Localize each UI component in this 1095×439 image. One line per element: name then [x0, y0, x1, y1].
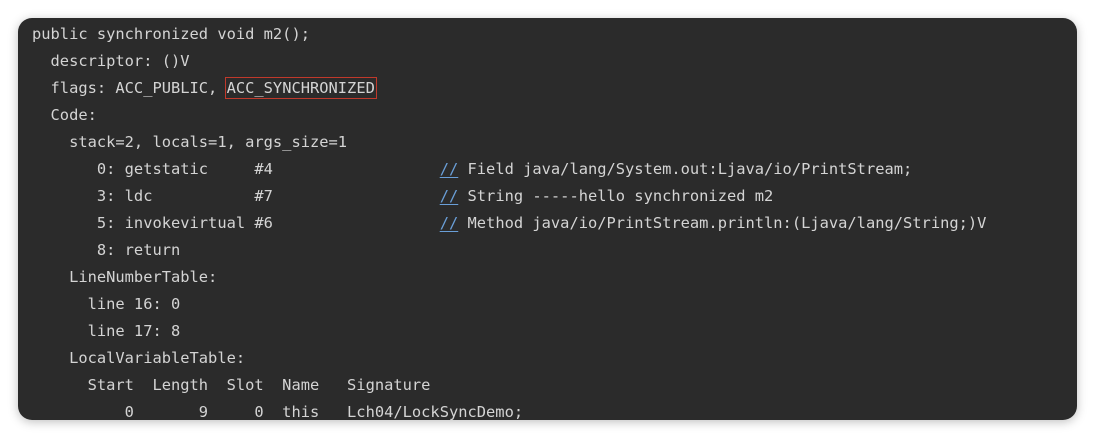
flags-line: flags: ACC_PUBLIC, ACC_SYNCHRONIZED [32, 75, 986, 102]
instruction-text: 3: ldc #7 [32, 187, 440, 205]
comment-marker: // [439, 214, 459, 232]
comment-marker: // [439, 160, 459, 178]
line-number-table-header: LineNumberTable: [32, 268, 218, 286]
instruction-text: 0: getstatic #4 [32, 160, 440, 178]
method-signature: public synchronized void m2(); [32, 25, 310, 43]
local-variable-table-header: LocalVariableTable: [32, 349, 246, 367]
flags-prefix: flags: ACC_PUBLIC, [32, 79, 227, 97]
acc-synchronized-flag: ACC_SYNCHRONIZED [224, 77, 377, 99]
line-number-entry: line 16: 0 [32, 295, 181, 313]
descriptor-line: descriptor: ()V [32, 52, 190, 70]
code-header: Code: [32, 106, 97, 124]
local-variable-columns: Start Length Slot Name Signature [32, 376, 431, 394]
comment-marker: // [439, 187, 459, 205]
instruction-getstatic: 0: getstatic #4 // Field java/lang/Syste… [32, 156, 986, 183]
instruction-text: 5: invokevirtual #6 [32, 214, 440, 232]
instruction-comment: Field java/lang/System.out:Ljava/io/Prin… [458, 160, 913, 178]
instruction-invokevirtual: 5: invokevirtual #6 // Method java/io/Pr… [32, 210, 987, 237]
local-variable-row: 0 9 0 this Lch04/LockSyncDemo; [32, 403, 524, 420]
instruction-comment: String -----hello synchronized m2 [458, 187, 774, 205]
instruction-comment: Method java/io/PrintStream.println:(Ljav… [458, 214, 987, 232]
bytecode-viewer: public synchronized void m2(); descripto… [18, 18, 1077, 420]
instruction-ldc: 3: ldc #7 // String -----hello synchroni… [32, 183, 986, 210]
instruction-return: 8: return [32, 241, 181, 259]
stack-locals-line: stack=2, locals=1, args_size=1 [32, 133, 348, 151]
bytecode-listing: public synchronized void m2(); descripto… [32, 21, 986, 420]
line-number-entry: line 17: 8 [32, 322, 181, 340]
